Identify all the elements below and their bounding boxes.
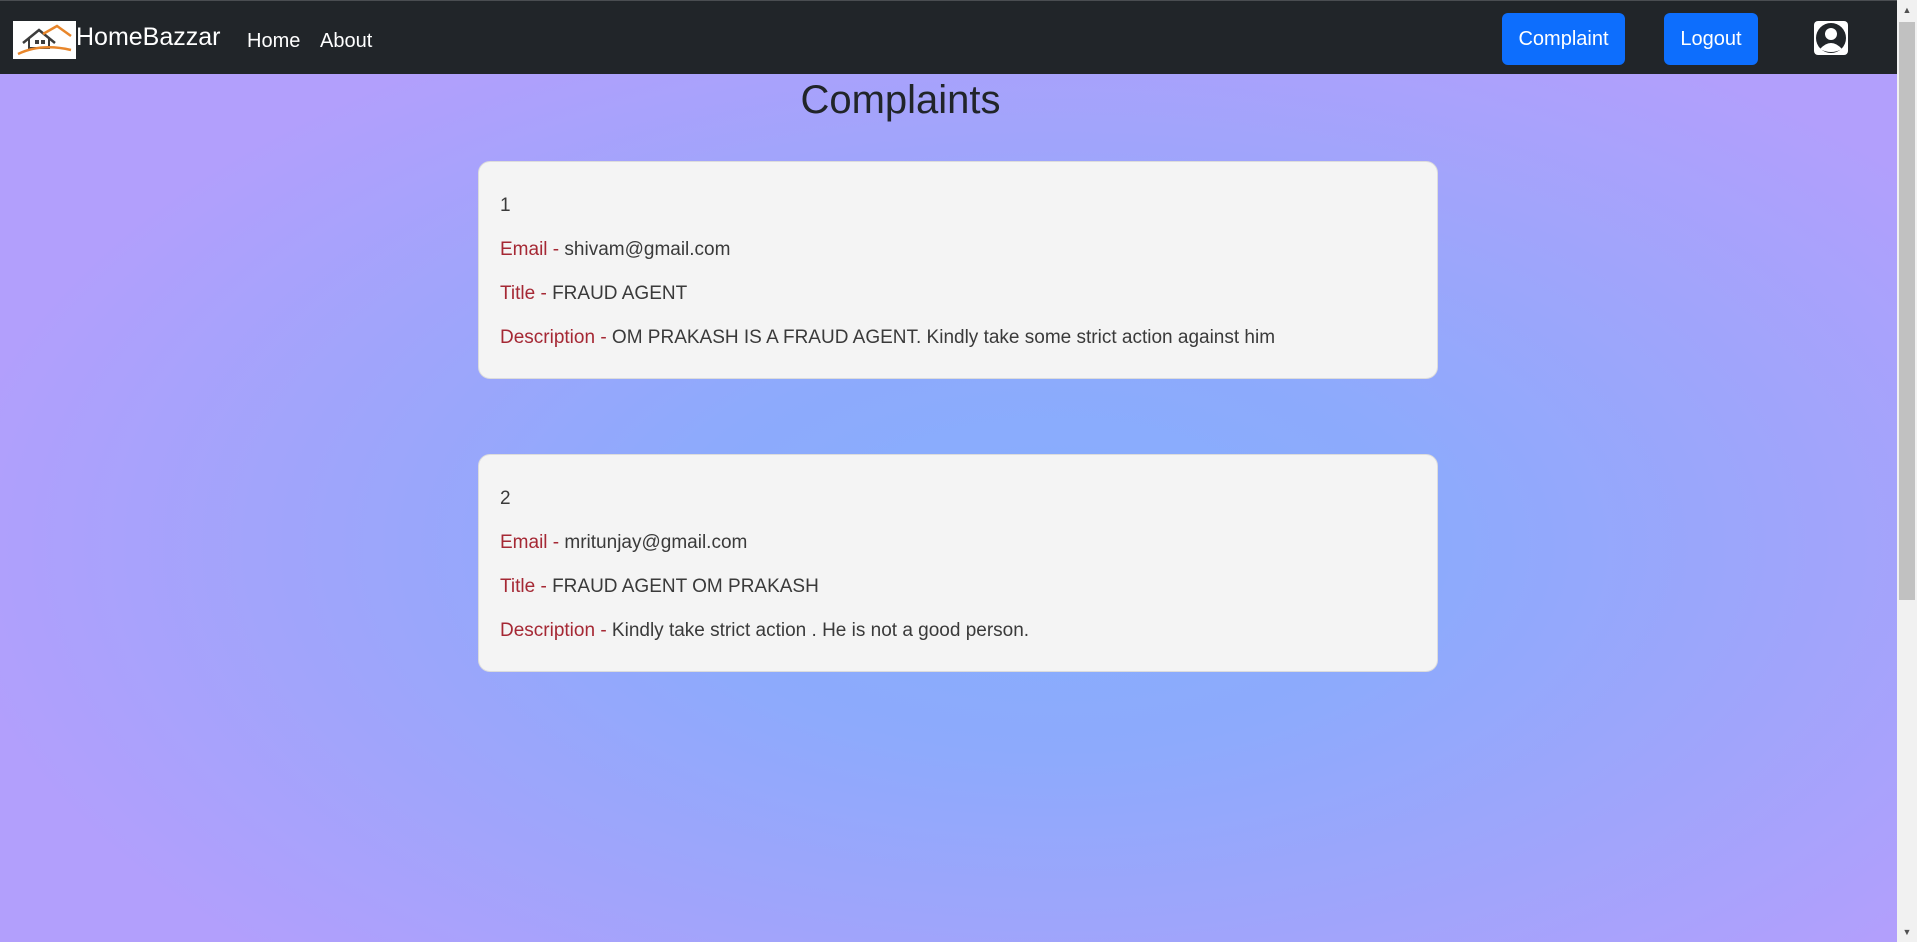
complaint-email-row: Email - shivam@gmail.com: [500, 238, 730, 262]
complaint-description-row: Description - OM PRAKASH IS A FRAUD AGEN…: [500, 326, 1275, 350]
title-label: Title -: [500, 283, 553, 304]
navbar: HomeBazzar Home About Complaint Logout: [0, 0, 1897, 74]
title-value: FRAUD AGENT OM PRAKASH: [552, 576, 819, 597]
complaint-number: 2: [500, 488, 511, 509]
nav-link-home[interactable]: Home: [247, 29, 300, 53]
description-label: Description -: [500, 327, 612, 348]
description-label: Description -: [500, 620, 612, 641]
title-label: Title -: [500, 576, 553, 597]
complaint-button[interactable]: Complaint: [1502, 13, 1625, 65]
complaint-title-row: Title - FRAUD AGENT: [500, 282, 687, 306]
complaint-description-row: Description - Kindly take strict action …: [500, 619, 1029, 643]
description-value: Kindly take strict action . He is not a …: [611, 620, 1030, 641]
house-logo-icon[interactable]: [13, 21, 76, 59]
user-avatar-icon[interactable]: [1814, 21, 1848, 55]
scrollbar-thumb[interactable]: [1899, 22, 1915, 600]
complaint-email-row: Email - mritunjay@gmail.com: [500, 531, 747, 555]
email-label: Email -: [500, 532, 565, 553]
description-value: OM PRAKASH IS A FRAUD AGENT. Kindly take…: [611, 327, 1276, 348]
logout-button[interactable]: Logout: [1664, 13, 1758, 65]
brand-name[interactable]: HomeBazzar: [76, 22, 221, 52]
page-title: Complaints: [800, 78, 1001, 122]
title-value: FRAUD AGENT: [552, 283, 688, 304]
nav-link-about[interactable]: About: [320, 29, 372, 53]
email-label: Email -: [500, 239, 565, 260]
complaint-title-row: Title - FRAUD AGENT OM PRAKASH: [500, 575, 819, 599]
complaint-card: 2 Email - mritunjay@gmail.com Title - FR…: [478, 454, 1438, 672]
complaint-card: 1 Email - shivam@gmail.com Title - FRAUD…: [478, 161, 1438, 379]
scroll-up-icon[interactable]: ▲: [1897, 2, 1917, 18]
email-value: mritunjay@gmail.com: [564, 532, 748, 553]
vertical-scrollbar[interactable]: ▲ ▼: [1897, 0, 1917, 942]
email-value: shivam@gmail.com: [564, 239, 731, 260]
complaint-number: 1: [500, 195, 511, 216]
scroll-down-icon[interactable]: ▼: [1897, 924, 1917, 940]
